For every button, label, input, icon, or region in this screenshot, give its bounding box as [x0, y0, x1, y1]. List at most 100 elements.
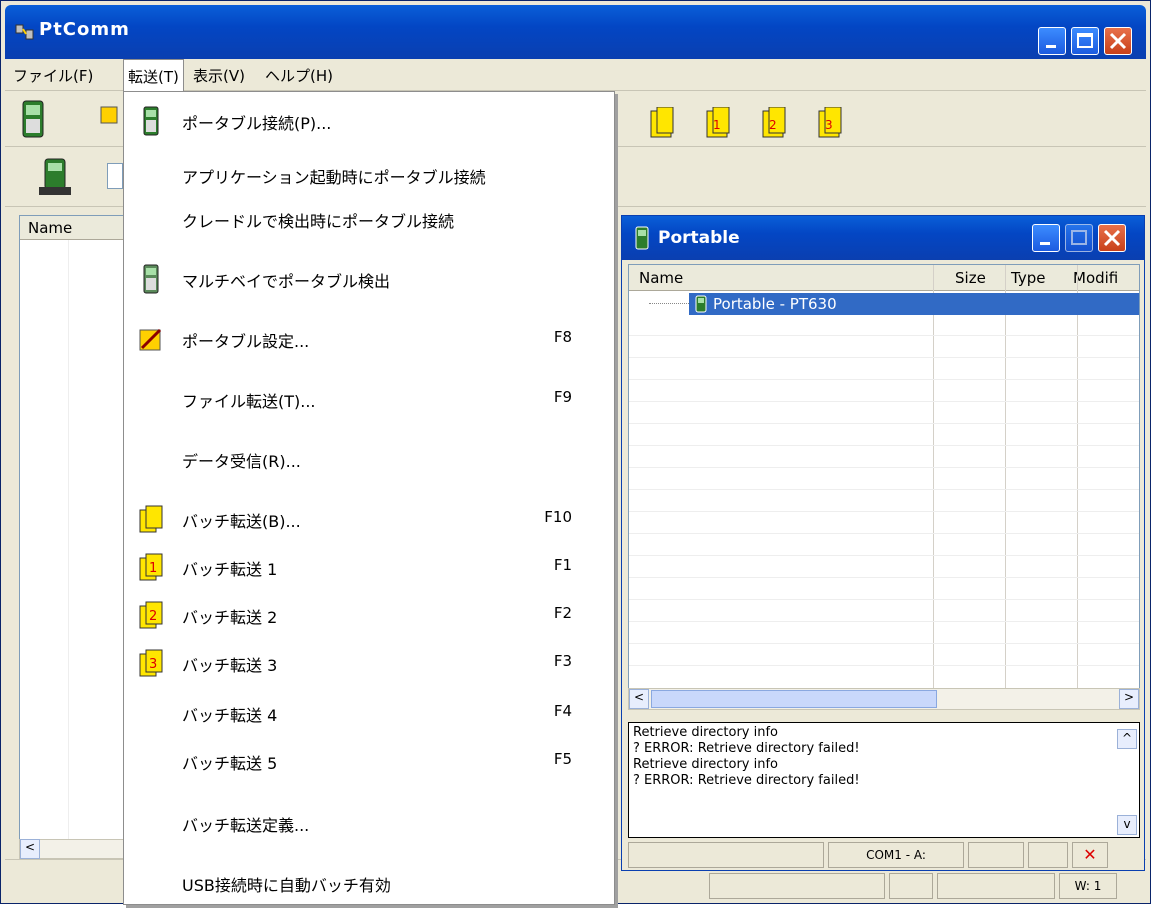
menu-item-shortcut: F4 [553, 702, 572, 720]
portable-device-icon[interactable] [19, 99, 47, 139]
app-icon [15, 24, 34, 40]
menu-item-multibay-detect[interactable]: マルチベイでポータブル検出 [124, 252, 614, 306]
batch-transfer-toolbar-icons[interactable]: 1 2 3 [643, 107, 863, 141]
menu-file[interactable]: ファイル(F) [13, 65, 93, 86]
menu-separator [128, 309, 610, 310]
menu-item-label: データ受信(R)... [182, 452, 301, 471]
column-header-modified[interactable]: Modifi [1073, 269, 1118, 287]
log-output: Retrieve directory info ? ERROR: Retriev… [628, 722, 1140, 838]
scroll-up-icon[interactable]: ^ [1117, 729, 1137, 749]
menu-item-shortcut: F1 [553, 556, 572, 574]
list-item-label: Portable - PT630 [713, 295, 837, 313]
portable-file-list[interactable]: Name Size Type Modifi Portable - PT630 [628, 264, 1140, 702]
status-port: COM1 - A: [828, 842, 964, 868]
menu-item-batch-transfer-3[interactable]: 3 バッチ転送 3 F3 [124, 636, 614, 690]
menu-separator [128, 369, 610, 370]
batch-transfer-2-icon: 2 [139, 601, 163, 629]
column-header-type[interactable]: Type [1011, 269, 1045, 287]
settings-tools-icon [139, 328, 162, 351]
menu-item-batch-transfer-2[interactable]: 2 バッチ転送 2 F2 [124, 588, 614, 642]
close-icon [1103, 229, 1121, 247]
menu-item-label: ファイル転送(T)... [182, 392, 316, 411]
menu-item-label: バッチ転送 3 [182, 656, 278, 675]
scroll-left-icon[interactable]: < [629, 689, 649, 709]
menu-bar: ファイル(F) 転送(T) 表示(V) ヘルプ(H) [5, 59, 1146, 91]
portable-minimize-button[interactable] [1032, 224, 1060, 252]
scroll-down-icon[interactable]: v [1117, 815, 1137, 835]
menu-item-file-transfer[interactable]: ファイル転送(T)... F9 [124, 372, 614, 426]
minimize-button[interactable] [1038, 27, 1066, 55]
svg-text:2: 2 [149, 609, 157, 624]
svg-text:1: 1 [713, 118, 721, 132]
menu-separator [128, 790, 610, 791]
column-header-name[interactable]: Name [639, 269, 683, 287]
local-file-list[interactable]: Name [19, 215, 129, 855]
log-line: ? ERROR: Retrieve directory failed! [633, 773, 860, 788]
toolbar-combo[interactable] [107, 163, 123, 189]
scroll-right-icon[interactable]: > [1119, 689, 1139, 709]
close-button[interactable] [1104, 27, 1132, 55]
list-item-portable[interactable]: Portable - PT630 [689, 293, 1139, 315]
column-header-name[interactable]: Name [20, 216, 128, 240]
portable-device-icon [143, 106, 159, 136]
menu-item-label: バッチ転送 4 [182, 706, 278, 725]
portable-horizontal-scrollbar[interactable]: < > [628, 688, 1140, 710]
close-icon [1109, 32, 1127, 50]
menu-view[interactable]: 表示(V) [193, 65, 245, 86]
batch-transfer-3-icon: 3 [139, 649, 163, 677]
maximize-icon [1071, 230, 1087, 245]
minimize-icon [1040, 242, 1050, 245]
maximize-button[interactable] [1071, 27, 1099, 55]
menu-item-batch-transfer-5[interactable]: バッチ転送 5 F5 [124, 734, 614, 788]
menu-separator [128, 489, 610, 490]
portable-device-icon [635, 226, 649, 250]
menu-item-batch-transfer-1[interactable]: 1 バッチ転送 1 F1 [124, 540, 614, 594]
portable-list-header: Name Size Type Modifi [629, 265, 1139, 291]
menu-item-portable-settings[interactable]: ポータブル設定... F8 [124, 312, 614, 366]
menu-item-shortcut: F9 [553, 388, 572, 406]
menu-item-label: バッチ転送 2 [182, 608, 278, 627]
menu-item-label: マルチベイでポータブル検出 [182, 272, 391, 291]
menu-help[interactable]: ヘルプ(H) [265, 65, 333, 86]
column-header-size[interactable]: Size [955, 269, 986, 287]
menu-item-label: ポータブル設定... [182, 332, 310, 351]
status-cell [937, 873, 1055, 899]
menu-transfer[interactable]: 転送(T) [123, 59, 184, 91]
menu-item-batch-transfer-4[interactable]: バッチ転送 4 F4 [124, 686, 614, 740]
menu-item-shortcut: F3 [553, 652, 572, 670]
menu-item-auto-connect-cradle[interactable]: クレードルで検出時にポータブル接続 [124, 192, 614, 246]
menu-item-batch-transfer[interactable]: バッチ転送(B)... F10 [124, 492, 614, 546]
menu-item-label: バッチ転送 5 [182, 754, 278, 773]
menu-item-shortcut: F2 [553, 604, 572, 622]
scrollbar-thumb[interactable] [651, 690, 937, 708]
status-w: W: 1 [1059, 873, 1117, 899]
menu-item-portable-connect[interactable]: ポータブル接続(P)... [124, 94, 614, 148]
menu-separator [128, 249, 610, 250]
portable-window: Portable Name Size Type Modifi Portable … [621, 215, 1145, 871]
left-horizontal-scrollbar[interactable]: < [19, 839, 129, 859]
menu-item-shortcut: F10 [544, 508, 572, 526]
svg-text:1: 1 [149, 561, 157, 576]
menu-item-label: バッチ転送 1 [182, 560, 278, 579]
portable-title: Portable [658, 228, 740, 248]
portable-close-button[interactable] [1098, 224, 1126, 252]
portable-maximize-button[interactable] [1065, 224, 1093, 252]
title-bar[interactable]: PtComm [5, 5, 1146, 59]
portable-status-bar: COM1 - A: ✕ [628, 842, 1140, 870]
portable-device-icon [143, 264, 159, 294]
menu-item-batch-definition[interactable]: バッチ転送定義... [124, 796, 614, 850]
portable-title-bar[interactable]: Portable [622, 216, 1144, 260]
menu-item-label: アプリケーション起動時にポータブル接続 [182, 168, 486, 187]
menu-item-label: クレードルで検出時にポータブル接続 [182, 212, 455, 231]
menu-item-label: バッチ転送(B)... [182, 512, 301, 531]
menu-item-label: USB接続時に自動バッチ有効 [182, 876, 391, 895]
portable-cradle-icon[interactable] [37, 157, 73, 197]
svg-text:3: 3 [149, 657, 157, 672]
scroll-left-icon[interactable]: < [20, 839, 40, 859]
log-line: Retrieve directory info [633, 757, 778, 772]
disconnect-icon[interactable]: ✕ [1072, 842, 1108, 868]
menu-item-data-receive[interactable]: データ受信(R)... [124, 432, 614, 486]
settings-tools-icon[interactable] [99, 99, 119, 139]
portable-device-icon [695, 295, 707, 313]
menu-item-usb-auto-batch[interactable]: USB接続時に自動バッチ有効 [124, 856, 614, 910]
